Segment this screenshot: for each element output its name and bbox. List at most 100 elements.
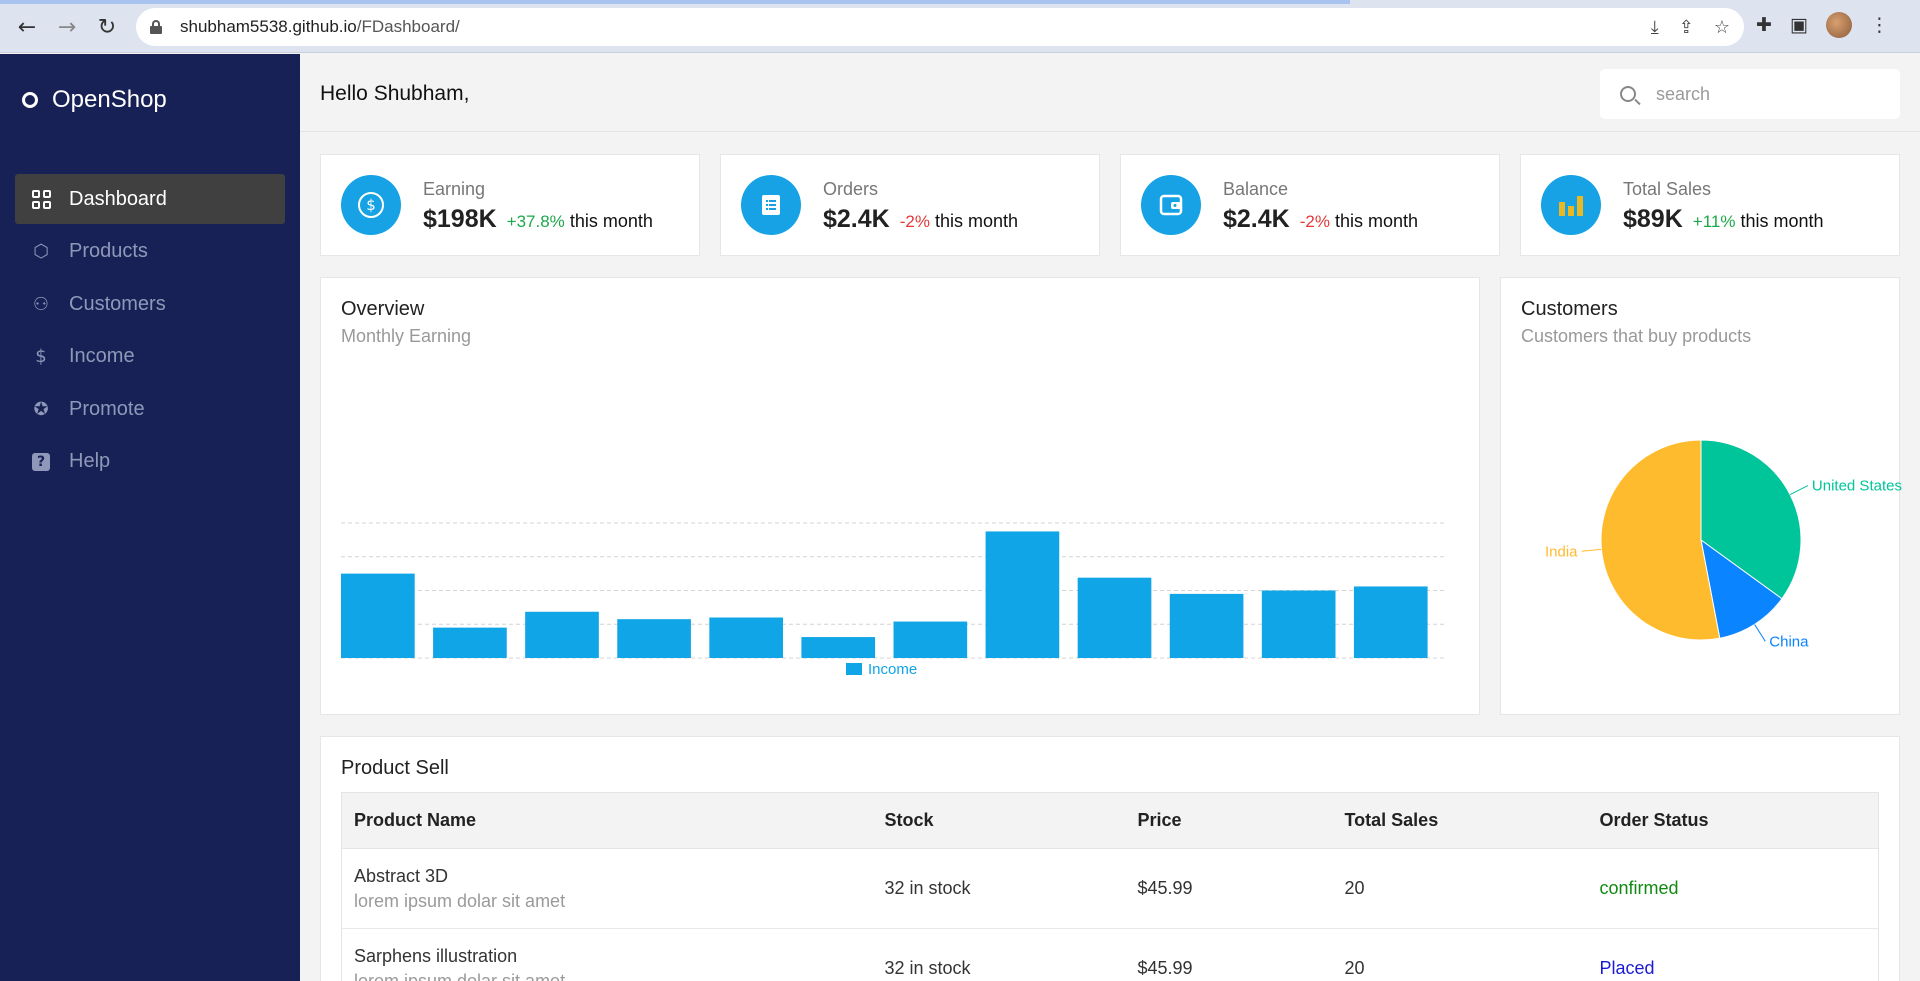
pie-label: India — [1545, 543, 1578, 560]
stat-period: this month — [569, 211, 653, 231]
browser-menu-icon[interactable]: ⋮ — [1870, 14, 1889, 36]
search-icon — [1620, 86, 1636, 102]
install-app-icon[interactable]: ⤓ — [1651, 17, 1659, 38]
extensions-puzzle-icon[interactable]: ✚ — [1756, 14, 1772, 36]
income-bar[interactable] — [1353, 586, 1428, 658]
stat-value: $2.4K — [823, 205, 890, 233]
customers-title: Customers — [1521, 298, 1618, 320]
sidebar-item-label: Dashboard — [69, 187, 167, 210]
total-sales-cell: 20 — [1332, 848, 1588, 929]
income-bar[interactable] — [893, 621, 968, 658]
url-host: shubham5538.github.io — [180, 17, 357, 36]
sidebar-item-customers[interactable]: ⚇ Customers — [15, 279, 285, 329]
column-header[interactable]: Total Sales — [1332, 792, 1588, 849]
stock-cell: 32 in stock — [872, 928, 1126, 981]
help-icon: ? — [31, 452, 51, 472]
url-text[interactable]: shubham5538.github.io/FDashboard/ — [180, 17, 460, 37]
stat-card-orders: Orders $2.4K -2% this month — [720, 154, 1100, 256]
income-bar[interactable] — [617, 619, 691, 658]
url-path: /FDashboard/ — [356, 17, 460, 36]
grid-icon — [31, 189, 51, 209]
stat-period: this month — [1740, 211, 1824, 231]
income-bar[interactable] — [1169, 593, 1244, 658]
product-name: Abstract 3D — [354, 865, 449, 886]
income-bar[interactable] — [985, 531, 1060, 658]
income-bar[interactable] — [433, 627, 507, 658]
stat-label: Earning — [423, 179, 486, 199]
brand-name: OpenShop — [52, 86, 167, 113]
profile-avatar[interactable] — [1825, 12, 1852, 38]
pie-label-leader — [1789, 485, 1809, 496]
product-description: lorem ipsum dolar sit amet — [354, 890, 566, 911]
column-header[interactable]: Price — [1125, 792, 1333, 849]
sidebar-item-label: Promote — [69, 397, 145, 420]
search-box[interactable] — [1600, 69, 1900, 119]
sidebar-item-promote[interactable]: ✪ Promote — [15, 384, 285, 434]
income-bar[interactable] — [525, 611, 599, 658]
stat-change: -2% — [899, 212, 930, 231]
browser-chrome: ← → ↻ shubham5538.github.io/FDashboard/ … — [0, 0, 1920, 53]
back-arrow-icon[interactable]: ← — [12, 12, 42, 42]
users-icon: ⚇ — [32, 293, 50, 315]
product-description: lorem ipsum dolar sit amet — [354, 970, 566, 981]
sidebar-item-help[interactable]: ? Help — [15, 437, 285, 487]
chart-legend[interactable]: Income — [846, 661, 917, 678]
pie-label: United States — [1812, 478, 1902, 495]
side-panel-icon[interactable]: ▣ — [1790, 14, 1808, 36]
search-input[interactable] — [1656, 83, 1876, 105]
sidebar: OpenShop Dashboard ⬡ Products ⚇ Customer… — [0, 54, 300, 981]
greeting-text: Hello Shubham, — [320, 82, 470, 105]
stat-value: $198K — [423, 205, 497, 233]
customers-card: Customers Customers that buy products Un… — [1500, 277, 1902, 715]
table-row[interactable]: Abstract 3D lorem ipsum dolar sit amet 3… — [341, 848, 1879, 929]
reload-icon[interactable]: ↻ — [92, 12, 122, 42]
list-icon — [741, 175, 801, 235]
tab-strip-edge — [0, 0, 1350, 4]
sidebar-item-label: Customers — [69, 292, 166, 315]
stat-card-total-sales: Total Sales $89K +11% this month — [1520, 154, 1900, 256]
page-header: Hello Shubham, — [300, 54, 1920, 132]
box-icon: ⬡ — [33, 241, 49, 262]
share-icon[interactable]: ⇪ — [1679, 17, 1694, 38]
pie-label-leader — [1581, 548, 1602, 552]
sidebar-menu: Dashboard ⬡ Products ⚇ Customers $ Incom… — [15, 174, 285, 489]
column-header[interactable]: Stock — [872, 792, 1126, 849]
stat-change: -2% — [1299, 212, 1330, 231]
column-header[interactable]: Product Name — [341, 792, 873, 849]
overview-title: Overview — [341, 298, 425, 320]
dollar-icon: $ — [35, 346, 47, 367]
address-bar[interactable]: shubham5538.github.io/FDashboard/ ⤓ ⇪ ☆ — [136, 8, 1744, 46]
income-bar[interactable] — [341, 573, 415, 658]
income-bar-chart: Income — [341, 522, 1446, 678]
stat-change: +37.8% — [506, 212, 565, 231]
stat-card-earning: $ Earning $198K +37.8% this month — [320, 154, 700, 256]
forward-arrow-icon[interactable]: → — [52, 12, 82, 42]
stat-value: $2.4K — [1223, 205, 1290, 233]
gear-icon — [22, 92, 38, 108]
stat-card-balance: Balance $2.4K -2% this month — [1120, 154, 1500, 256]
product-table: Product Name Stock Price Total Sales Ord… — [341, 792, 1879, 981]
product-name-cell: Abstract 3D lorem ipsum dolar sit amet — [341, 848, 873, 929]
income-bar[interactable] — [801, 637, 876, 658]
lock-icon[interactable] — [150, 20, 162, 34]
sidebar-item-income[interactable]: $ Income — [15, 332, 285, 382]
income-bar[interactable] — [709, 617, 783, 659]
dollar-circle-icon: $ — [341, 175, 401, 235]
stat-value: $89K — [1623, 205, 1683, 233]
product-sell-card: Product Sell Product Name Stock Price To… — [320, 736, 1900, 981]
sidebar-item-dashboard[interactable]: Dashboard — [15, 174, 285, 224]
product-sell-title: Product Sell — [341, 757, 449, 779]
bookmark-star-icon[interactable]: ☆ — [1714, 17, 1730, 38]
income-bar[interactable] — [1077, 577, 1152, 658]
svg-text:$: $ — [366, 196, 376, 214]
column-header[interactable]: Order Status — [1587, 792, 1879, 849]
brand-logo[interactable]: OpenShop — [22, 86, 167, 114]
total-sales-cell: 20 — [1332, 928, 1588, 981]
sidebar-item-products[interactable]: ⬡ Products — [15, 227, 285, 277]
table-row[interactable]: Sarphens illustration lorem ipsum dolar … — [341, 928, 1879, 981]
stat-label: Total Sales — [1623, 179, 1712, 199]
order-status-cell: confirmed — [1587, 848, 1879, 929]
price-cell: $45.99 — [1125, 848, 1333, 929]
income-bar[interactable] — [1261, 590, 1336, 659]
customers-subtitle: Customers that buy products — [1521, 326, 1752, 346]
